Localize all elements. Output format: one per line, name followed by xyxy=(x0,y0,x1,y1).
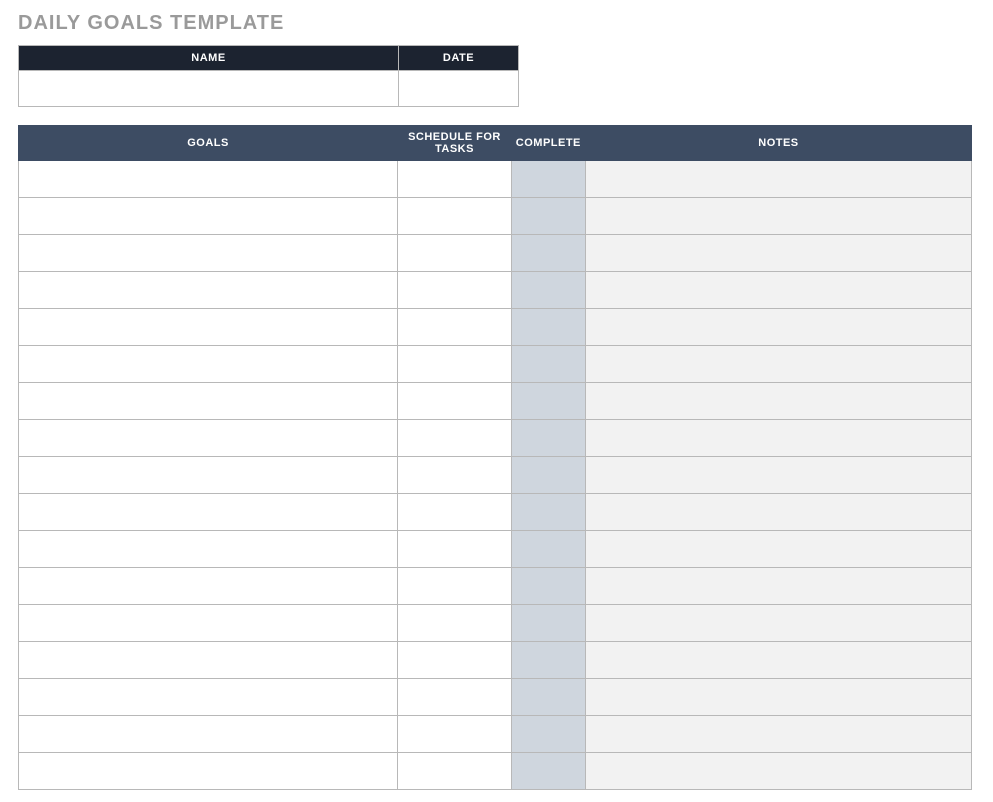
notes-cell[interactable] xyxy=(585,716,971,753)
complete-cell[interactable] xyxy=(511,716,585,753)
table-row xyxy=(19,198,972,235)
complete-cell[interactable] xyxy=(511,383,585,420)
schedule-cell[interactable] xyxy=(398,309,512,346)
complete-cell[interactable] xyxy=(511,346,585,383)
goal-cell[interactable] xyxy=(19,309,398,346)
notes-cell[interactable] xyxy=(585,272,971,309)
goal-cell[interactable] xyxy=(19,161,398,198)
table-row xyxy=(19,568,972,605)
table-row xyxy=(19,605,972,642)
complete-cell[interactable] xyxy=(511,568,585,605)
complete-cell[interactable] xyxy=(511,679,585,716)
page-title: DAILY GOALS TEMPLATE xyxy=(18,12,975,35)
complete-cell[interactable] xyxy=(511,605,585,642)
goal-cell[interactable] xyxy=(19,420,398,457)
schedule-cell[interactable] xyxy=(398,420,512,457)
schedule-cell[interactable] xyxy=(398,161,512,198)
notes-cell[interactable] xyxy=(585,679,971,716)
goal-cell[interactable] xyxy=(19,568,398,605)
goals-table: GOALS SCHEDULE FOR TASKS COMPLETE NOTES xyxy=(18,125,972,790)
complete-cell[interactable] xyxy=(511,198,585,235)
table-row xyxy=(19,716,972,753)
complete-cell[interactable] xyxy=(511,309,585,346)
goal-cell[interactable] xyxy=(19,272,398,309)
schedule-cell[interactable] xyxy=(398,346,512,383)
table-row xyxy=(19,383,972,420)
goal-cell[interactable] xyxy=(19,716,398,753)
header-complete: COMPLETE xyxy=(511,126,585,161)
schedule-cell[interactable] xyxy=(398,568,512,605)
schedule-cell[interactable] xyxy=(398,679,512,716)
schedule-cell[interactable] xyxy=(398,531,512,568)
goal-cell[interactable] xyxy=(19,753,398,790)
complete-cell[interactable] xyxy=(511,272,585,309)
schedule-cell[interactable] xyxy=(398,642,512,679)
info-header-name: NAME xyxy=(19,46,399,71)
complete-cell[interactable] xyxy=(511,642,585,679)
header-goals: GOALS xyxy=(19,126,398,161)
table-row xyxy=(19,272,972,309)
table-row xyxy=(19,420,972,457)
table-row xyxy=(19,457,972,494)
notes-cell[interactable] xyxy=(585,309,971,346)
schedule-cell[interactable] xyxy=(398,457,512,494)
notes-cell[interactable] xyxy=(585,642,971,679)
notes-cell[interactable] xyxy=(585,605,971,642)
goal-cell[interactable] xyxy=(19,383,398,420)
schedule-cell[interactable] xyxy=(398,235,512,272)
header-schedule: SCHEDULE FOR TASKS xyxy=(398,126,512,161)
notes-cell[interactable] xyxy=(585,457,971,494)
notes-cell[interactable] xyxy=(585,198,971,235)
goal-cell[interactable] xyxy=(19,531,398,568)
goal-cell[interactable] xyxy=(19,605,398,642)
table-row xyxy=(19,161,972,198)
goal-cell[interactable] xyxy=(19,457,398,494)
complete-cell[interactable] xyxy=(511,161,585,198)
table-row xyxy=(19,642,972,679)
notes-cell[interactable] xyxy=(585,161,971,198)
notes-cell[interactable] xyxy=(585,235,971,272)
notes-cell[interactable] xyxy=(585,383,971,420)
complete-cell[interactable] xyxy=(511,420,585,457)
schedule-cell[interactable] xyxy=(398,494,512,531)
table-row xyxy=(19,531,972,568)
table-row xyxy=(19,753,972,790)
header-notes: NOTES xyxy=(585,126,971,161)
complete-cell[interactable] xyxy=(511,531,585,568)
goal-cell[interactable] xyxy=(19,235,398,272)
table-row xyxy=(19,309,972,346)
table-row xyxy=(19,346,972,383)
goal-cell[interactable] xyxy=(19,346,398,383)
schedule-cell[interactable] xyxy=(398,198,512,235)
notes-cell[interactable] xyxy=(585,568,971,605)
table-row xyxy=(19,679,972,716)
info-header-date: DATE xyxy=(399,46,519,71)
table-row xyxy=(19,235,972,272)
goal-cell[interactable] xyxy=(19,198,398,235)
name-cell[interactable] xyxy=(19,71,399,107)
complete-cell[interactable] xyxy=(511,753,585,790)
notes-cell[interactable] xyxy=(585,494,971,531)
info-row xyxy=(19,71,519,107)
notes-cell[interactable] xyxy=(585,420,971,457)
complete-cell[interactable] xyxy=(511,494,585,531)
table-row xyxy=(19,494,972,531)
schedule-cell[interactable] xyxy=(398,272,512,309)
notes-cell[interactable] xyxy=(585,753,971,790)
goal-cell[interactable] xyxy=(19,494,398,531)
notes-cell[interactable] xyxy=(585,346,971,383)
complete-cell[interactable] xyxy=(511,457,585,494)
goal-cell[interactable] xyxy=(19,679,398,716)
info-table: NAME DATE xyxy=(18,45,519,107)
complete-cell[interactable] xyxy=(511,235,585,272)
notes-cell[interactable] xyxy=(585,531,971,568)
date-cell[interactable] xyxy=(399,71,519,107)
goal-cell[interactable] xyxy=(19,642,398,679)
schedule-cell[interactable] xyxy=(398,383,512,420)
schedule-cell[interactable] xyxy=(398,716,512,753)
schedule-cell[interactable] xyxy=(398,753,512,790)
schedule-cell[interactable] xyxy=(398,605,512,642)
